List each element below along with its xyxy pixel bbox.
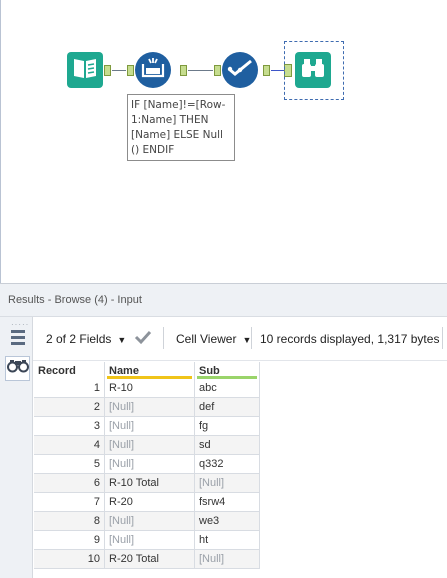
sub-cell[interactable]: def [194,397,260,417]
binoculars-icon [6,359,29,378]
input-anchor[interactable] [214,65,221,76]
toolbar-divider [251,327,252,349]
book-icon [72,56,98,85]
fields-dropdown[interactable]: 2 of 2 Fields ▼ [46,332,126,346]
toolbar-divider [163,327,164,349]
sub-cell[interactable]: q332 [194,454,260,474]
formula-icon [140,56,166,85]
sub-cell[interactable]: ht [194,530,260,550]
name-cell[interactable]: R-20 [104,492,195,512]
name-cell[interactable]: [Null] [104,397,195,417]
table-row[interactable]: 7 R-20 fsrw4 [34,492,260,512]
column-type-bar [197,376,257,379]
column-header-label: Name [109,364,139,377]
connection-line[interactable] [271,70,285,71]
metadata-view-button[interactable] [5,328,30,353]
workflow-canvas[interactable]: IF [Name]!=[Row- 1:Name] THEN [Name] ELS… [0,0,447,283]
connection-line[interactable] [188,70,213,71]
input-tool[interactable] [67,52,103,88]
name-cell[interactable]: [Null] [104,454,195,474]
column-header-sub[interactable]: Sub [194,362,260,379]
sub-cell[interactable]: fg [194,416,260,436]
output-anchor[interactable] [104,65,111,76]
name-cell[interactable]: [Null] [104,435,195,455]
results-side-rail: ····· [0,317,33,578]
sub-cell[interactable]: abc [194,379,260,398]
record-cell[interactable]: 3 [34,416,105,436]
output-anchor[interactable] [263,65,270,76]
data-view-button[interactable] [5,356,30,381]
results-grid: Record Name Sub 1 R-10 abc 2 [Null] def 3 [Null… [34,362,260,569]
record-cell[interactable]: 7 [34,492,105,512]
name-cell[interactable]: [Null] [104,511,195,531]
column-header-name[interactable]: Name [104,362,195,379]
records-info: 10 records displayed, 1,317 bytes [260,332,440,346]
checkmark-icon [134,330,152,348]
results-title: Results - Browse (4) - Input [8,294,142,306]
name-cell[interactable]: R-20 Total [104,549,195,569]
record-cell[interactable]: 1 [34,379,105,398]
checkmark-icon [226,57,254,84]
table-row[interactable]: 4 [Null] sd [34,435,260,455]
table-row[interactable]: 2 [Null] def [34,397,260,417]
table-row[interactable]: 6 R-10 Total [Null] [34,473,260,493]
output-anchor[interactable] [180,65,187,76]
table-row[interactable]: 9 [Null] ht [34,530,260,550]
cell-viewer-label: Cell Viewer [176,332,237,346]
multi-row-formula-tool[interactable] [135,52,171,88]
input-anchor[interactable] [127,65,134,76]
record-cell[interactable]: 2 [34,397,105,417]
connection-line[interactable] [112,70,126,71]
sub-cell[interactable]: fsrw4 [194,492,260,512]
browse-tool[interactable] [295,52,331,88]
table-row[interactable]: 8 [Null] we3 [34,511,260,531]
results-toolbar: 2 of 2 Fields ▼ Cell Viewer ▼ 10 records d… [33,317,447,361]
column-header-record[interactable]: Record [34,362,105,379]
name-cell[interactable]: [Null] [104,530,195,550]
record-cell[interactable]: 5 [34,454,105,474]
list-icon [10,329,26,352]
caret-down-icon: ▼ [117,335,127,345]
record-cell[interactable]: 8 [34,511,105,531]
name-cell[interactable]: [Null] [104,416,195,436]
name-cell[interactable]: R-10 Total [104,473,195,493]
results-header: Results - Browse (4) - Input [0,283,447,317]
select-tool[interactable] [222,52,258,88]
apply-checkmark-button[interactable] [134,329,152,348]
column-header-label: Sub [199,364,220,377]
table-row[interactable]: 5 [Null] q332 [34,454,260,474]
column-type-bar [107,376,192,379]
binoculars-icon [300,56,326,85]
table-row[interactable]: 3 [Null] fg [34,416,260,436]
sub-cell[interactable]: we3 [194,511,260,531]
tool-annotation: IF [Name]!=[Row- 1:Name] THEN [Name] ELS… [127,94,235,161]
cell-viewer-dropdown[interactable]: Cell Viewer ▼ [176,332,251,346]
record-cell[interactable]: 9 [34,530,105,550]
record-cell[interactable]: 6 [34,473,105,493]
record-cell[interactable]: 4 [34,435,105,455]
fields-label: 2 of 2 Fields [46,332,112,346]
table-row[interactable]: 1 R-10 abc [34,379,260,398]
toolbar-divider [442,327,443,349]
record-cell[interactable]: 10 [34,549,105,569]
name-cell[interactable]: R-10 [104,379,195,398]
table-row[interactable]: 10 R-20 Total [Null] [34,549,260,569]
sub-cell[interactable]: [Null] [194,549,260,569]
sub-cell[interactable]: [Null] [194,473,260,493]
sub-cell[interactable]: sd [194,435,260,455]
